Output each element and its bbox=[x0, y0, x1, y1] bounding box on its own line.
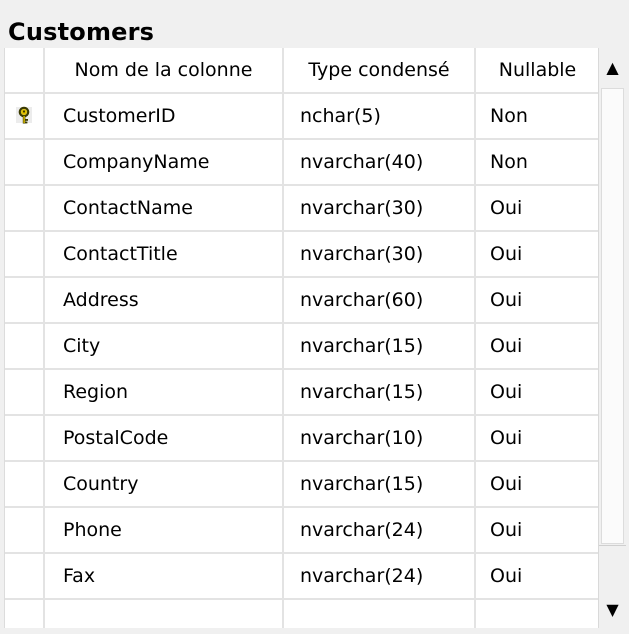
row-selector[interactable] bbox=[5, 278, 45, 322]
cell-nullable[interactable]: Oui bbox=[476, 508, 599, 552]
row-selector-header bbox=[5, 48, 45, 92]
cell-nullable[interactable]: Oui bbox=[476, 370, 599, 414]
cell-nullable[interactable]: Oui bbox=[476, 232, 599, 276]
table-title: Customers bbox=[8, 18, 155, 46]
cell-nullable[interactable]: Oui bbox=[476, 186, 599, 230]
cell-column-name[interactable]: Phone bbox=[45, 508, 284, 552]
cell-column-name[interactable]: CustomerID bbox=[45, 94, 284, 138]
vertical-scrollbar[interactable]: ▲ ▼ bbox=[598, 48, 626, 628]
table-row[interactable]: Fax nvarchar(24) Oui bbox=[5, 554, 599, 600]
header-nullable[interactable]: Nullable bbox=[476, 48, 599, 92]
row-selector[interactable] bbox=[5, 462, 45, 506]
table-row[interactable] bbox=[5, 600, 599, 628]
cell-nullable[interactable]: Oui bbox=[476, 416, 599, 460]
table-row[interactable]: PostalCode nvarchar(10) Oui bbox=[5, 416, 599, 462]
row-selector[interactable] bbox=[5, 554, 45, 598]
row-selector[interactable] bbox=[5, 94, 45, 138]
cell-condensed-type[interactable]: nvarchar(24) bbox=[284, 554, 476, 598]
row-selector[interactable] bbox=[5, 186, 45, 230]
table-row[interactable]: Phone nvarchar(24) Oui bbox=[5, 508, 599, 554]
cell-column-name[interactable]: CompanyName bbox=[45, 140, 284, 184]
cell-nullable[interactable]: Oui bbox=[476, 462, 599, 506]
arrow-up-icon[interactable]: ▲ bbox=[599, 48, 626, 86]
cell-condensed-type[interactable]: nvarchar(15) bbox=[284, 370, 476, 414]
cell-nullable[interactable]: Non bbox=[476, 94, 599, 138]
table-row[interactable]: ContactName nvarchar(30) Oui bbox=[5, 186, 599, 232]
columns-grid[interactable]: Nom de la colonne Type condensé Nullable… bbox=[4, 48, 599, 628]
cell-condensed-type[interactable]: nvarchar(24) bbox=[284, 508, 476, 552]
cell-condensed-type[interactable]: nvarchar(40) bbox=[284, 140, 476, 184]
cell-column-name[interactable]: City bbox=[45, 324, 284, 368]
cell-nullable[interactable]: Oui bbox=[476, 554, 599, 598]
key-icon bbox=[16, 106, 32, 124]
scrollbar-track-divider bbox=[599, 545, 626, 546]
cell-column-name[interactable]: Country bbox=[45, 462, 284, 506]
cell-column-name[interactable]: Region bbox=[45, 370, 284, 414]
cell-nullable[interactable] bbox=[476, 600, 599, 628]
table-row[interactable]: City nvarchar(15) Oui bbox=[5, 324, 599, 370]
cell-column-name[interactable]: Address bbox=[45, 278, 284, 322]
cell-condensed-type[interactable]: nvarchar(30) bbox=[284, 232, 476, 276]
cell-column-name[interactable] bbox=[45, 600, 284, 628]
cell-condensed-type[interactable]: nvarchar(10) bbox=[284, 416, 476, 460]
cell-condensed-type[interactable]: nvarchar(15) bbox=[284, 462, 476, 506]
cell-condensed-type[interactable]: nvarchar(15) bbox=[284, 324, 476, 368]
row-selector[interactable] bbox=[5, 324, 45, 368]
table-row[interactable]: Region nvarchar(15) Oui bbox=[5, 370, 599, 416]
table-row[interactable]: Address nvarchar(60) Oui bbox=[5, 278, 599, 324]
cell-column-name[interactable]: Fax bbox=[45, 554, 284, 598]
table-row[interactable]: Country nvarchar(15) Oui bbox=[5, 462, 599, 508]
grid-header-row: Nom de la colonne Type condensé Nullable bbox=[5, 48, 599, 94]
header-column-name[interactable]: Nom de la colonne bbox=[45, 48, 284, 92]
cell-column-name[interactable]: ContactTitle bbox=[45, 232, 284, 276]
cell-column-name[interactable]: PostalCode bbox=[45, 416, 284, 460]
table-row[interactable]: ContactTitle nvarchar(30) Oui bbox=[5, 232, 599, 278]
cell-condensed-type[interactable] bbox=[284, 600, 476, 628]
cell-nullable[interactable]: Oui bbox=[476, 278, 599, 322]
cell-condensed-type[interactable]: nvarchar(30) bbox=[284, 186, 476, 230]
row-selector[interactable] bbox=[5, 232, 45, 276]
header-condensed-type[interactable]: Type condensé bbox=[284, 48, 476, 92]
table-row[interactable]: CompanyName nvarchar(40) Non bbox=[5, 140, 599, 186]
row-selector[interactable] bbox=[5, 140, 45, 184]
row-selector[interactable] bbox=[5, 600, 45, 628]
arrow-down-icon[interactable]: ▼ bbox=[599, 590, 626, 628]
cell-nullable[interactable]: Non bbox=[476, 140, 599, 184]
cell-condensed-type[interactable]: nchar(5) bbox=[284, 94, 476, 138]
cell-condensed-type[interactable]: nvarchar(60) bbox=[284, 278, 476, 322]
row-selector[interactable] bbox=[5, 508, 45, 552]
row-selector[interactable] bbox=[5, 370, 45, 414]
scrollbar-thumb[interactable] bbox=[601, 88, 624, 544]
row-selector[interactable] bbox=[5, 416, 45, 460]
cell-nullable[interactable]: Oui bbox=[476, 324, 599, 368]
cell-column-name[interactable]: ContactName bbox=[45, 186, 284, 230]
table-row[interactable]: CustomerID nchar(5) Non bbox=[5, 94, 599, 140]
